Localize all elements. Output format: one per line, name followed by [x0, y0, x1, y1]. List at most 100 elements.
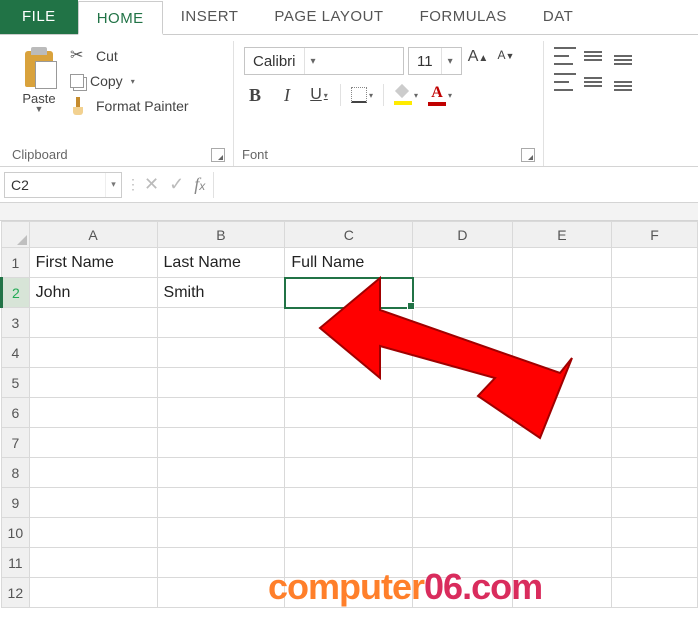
font-color-dropdown-icon[interactable]: ▾ — [448, 91, 452, 100]
cell-A10[interactable] — [29, 518, 157, 548]
insert-function-button[interactable]: fx — [194, 174, 205, 195]
cell-A9[interactable] — [29, 488, 157, 518]
column-header-D[interactable]: D — [413, 222, 512, 248]
cell-B1[interactable]: Last Name — [157, 248, 285, 278]
fill-dropdown-icon[interactable]: ▾ — [414, 91, 418, 100]
column-header-B[interactable]: B — [157, 222, 285, 248]
cell-B11[interactable] — [157, 548, 285, 578]
underline-dropdown-icon[interactable]: ▾ — [324, 91, 328, 100]
paste-button[interactable]: Paste ▼ — [12, 43, 66, 143]
fill-color-button[interactable]: ▾ — [394, 83, 418, 107]
tab-insert[interactable]: INSERT — [163, 0, 257, 34]
align-bottom-button[interactable] — [614, 47, 636, 65]
select-all-corner[interactable] — [2, 222, 30, 248]
font-dialog-launcher[interactable] — [521, 148, 535, 162]
cell-A8[interactable] — [29, 458, 157, 488]
align-middle-button[interactable] — [584, 47, 606, 65]
tab-formulas[interactable]: FORMULAS — [402, 0, 525, 34]
border-dropdown-icon[interactable]: ▾ — [369, 91, 373, 100]
cell-D7[interactable] — [413, 428, 512, 458]
cell-A11[interactable] — [29, 548, 157, 578]
cell-D10[interactable] — [413, 518, 512, 548]
cell-C6[interactable] — [285, 398, 413, 428]
row-header-2[interactable]: 2 — [2, 278, 30, 308]
underline-button[interactable]: U▾ — [308, 83, 330, 107]
cell-E7[interactable] — [512, 428, 611, 458]
cell-F11[interactable] — [612, 548, 698, 578]
row-header-8[interactable]: 8 — [2, 458, 30, 488]
italic-button[interactable]: I — [276, 83, 298, 107]
row-header-9[interactable]: 9 — [2, 488, 30, 518]
font-color-button[interactable]: A ▾ — [428, 83, 452, 107]
column-header-F[interactable]: F — [612, 222, 698, 248]
cell-C1[interactable]: Full Name — [285, 248, 413, 278]
cell-F3[interactable] — [612, 308, 698, 338]
formula-enter-icon[interactable]: ✓ — [169, 174, 184, 195]
name-box-dropdown-icon[interactable]: ▾ — [105, 173, 121, 197]
tab-home[interactable]: HOME — [78, 1, 163, 35]
cell-B8[interactable] — [157, 458, 285, 488]
copy-button[interactable]: Copy ▾ — [70, 73, 189, 89]
row-header-3[interactable]: 3 — [2, 308, 30, 338]
cell-F8[interactable] — [612, 458, 698, 488]
copy-dropdown-icon[interactable]: ▾ — [131, 77, 135, 86]
format-painter-button[interactable]: Format Painter — [70, 97, 189, 115]
cell-D4[interactable] — [413, 338, 512, 368]
cell-A1[interactable]: First Name — [29, 248, 157, 278]
cell-B7[interactable] — [157, 428, 285, 458]
clipboard-dialog-launcher[interactable] — [211, 148, 225, 162]
cell-E4[interactable] — [512, 338, 611, 368]
row-header-12[interactable]: 12 — [2, 578, 30, 608]
cell-E2[interactable] — [512, 278, 611, 308]
tab-data[interactable]: DAT — [525, 0, 591, 34]
column-header-A[interactable]: A — [29, 222, 157, 248]
formula-input[interactable] — [213, 172, 698, 198]
cell-F6[interactable] — [612, 398, 698, 428]
cell-C10[interactable] — [285, 518, 413, 548]
cut-button[interactable]: Cut — [70, 47, 189, 65]
cell-C8[interactable] — [285, 458, 413, 488]
cell-D5[interactable] — [413, 368, 512, 398]
row-header-1[interactable]: 1 — [2, 248, 30, 278]
cell-C5[interactable] — [285, 368, 413, 398]
cell-E10[interactable] — [512, 518, 611, 548]
shrink-font-button[interactable]: A▼ — [494, 48, 518, 74]
cell-F10[interactable] — [612, 518, 698, 548]
cell-C4[interactable] — [285, 338, 413, 368]
cell-A4[interactable] — [29, 338, 157, 368]
cell-F1[interactable] — [612, 248, 698, 278]
cell-F2[interactable] — [612, 278, 698, 308]
cell-E8[interactable] — [512, 458, 611, 488]
cell-F7[interactable] — [612, 428, 698, 458]
cell-A6[interactable] — [29, 398, 157, 428]
cell-C3[interactable] — [285, 308, 413, 338]
align-left-button[interactable] — [554, 73, 576, 91]
align-top-button[interactable] — [554, 47, 576, 65]
cell-A3[interactable] — [29, 308, 157, 338]
row-header-6[interactable]: 6 — [2, 398, 30, 428]
cell-F9[interactable] — [612, 488, 698, 518]
cell-E3[interactable] — [512, 308, 611, 338]
bold-button[interactable]: B — [244, 83, 266, 107]
font-size-combo[interactable]: 11 ▾ — [408, 47, 462, 75]
cell-E1[interactable] — [512, 248, 611, 278]
cell-B6[interactable] — [157, 398, 285, 428]
cell-B2[interactable]: Smith — [157, 278, 285, 308]
cell-A5[interactable] — [29, 368, 157, 398]
cell-B9[interactable] — [157, 488, 285, 518]
cell-D6[interactable] — [413, 398, 512, 428]
align-center-button[interactable] — [584, 73, 606, 91]
cell-E6[interactable] — [512, 398, 611, 428]
border-button[interactable]: ▾ — [351, 83, 373, 107]
cell-A12[interactable] — [29, 578, 157, 608]
align-right-button[interactable] — [614, 73, 636, 91]
formula-cancel-icon[interactable]: ✕ — [144, 174, 159, 195]
cell-D1[interactable] — [413, 248, 512, 278]
cell-F5[interactable] — [612, 368, 698, 398]
cell-A7[interactable] — [29, 428, 157, 458]
column-header-E[interactable]: E — [512, 222, 611, 248]
cell-B12[interactable] — [157, 578, 285, 608]
cell-B5[interactable] — [157, 368, 285, 398]
cell-F4[interactable] — [612, 338, 698, 368]
cell-C2[interactable] — [285, 278, 413, 308]
